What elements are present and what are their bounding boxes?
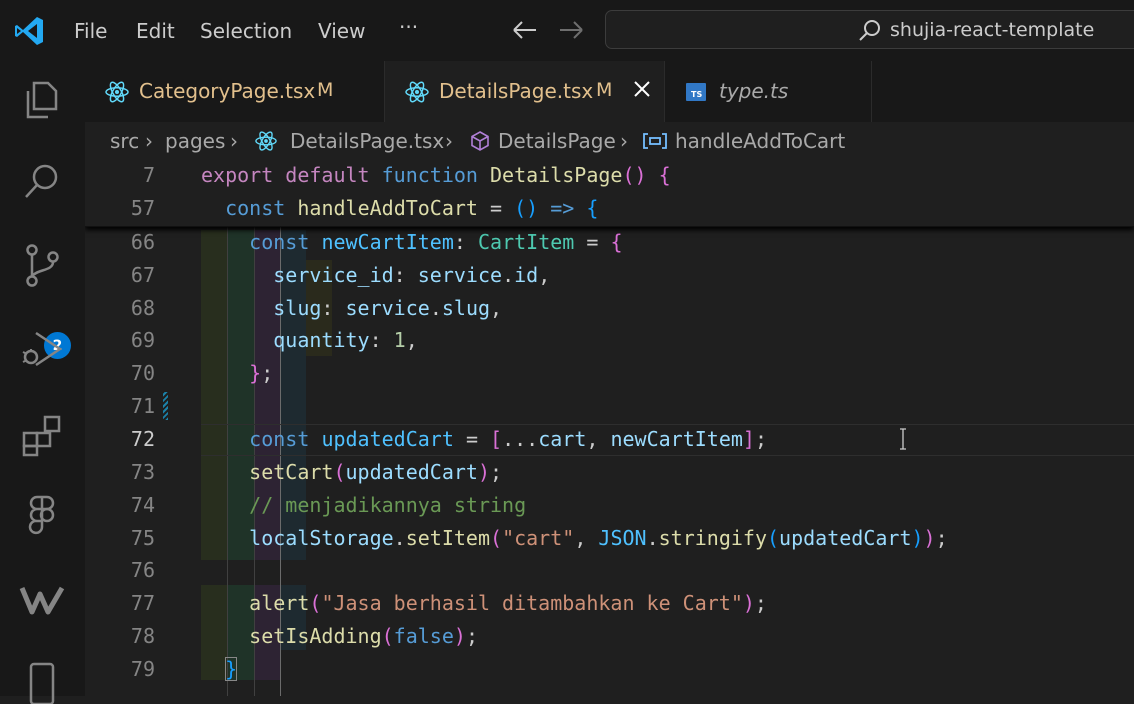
react-icon: [105, 81, 129, 103]
menu-edit[interactable]: Edit: [136, 19, 175, 43]
modified-indicator: M: [596, 79, 613, 101]
sticky-scroll-header: 7 export default function DetailsPage() …: [85, 160, 1134, 227]
explorer-icon[interactable]: [18, 75, 66, 123]
breadcrumb-item-file[interactable]: DetailsPage.tsx: [290, 129, 444, 153]
code-line[interactable]: };: [201, 361, 273, 385]
text-cursor-icon: [900, 428, 906, 450]
chevron-right-icon: ›: [620, 129, 628, 153]
breadcrumb-item-component[interactable]: DetailsPage: [498, 129, 616, 153]
code-line[interactable]: // menjadikannya string: [201, 493, 526, 517]
title-bar: File Edit Selection View ··· shujia-reac…: [0, 0, 1134, 61]
extensions-icon[interactable]: [18, 411, 66, 459]
line-number: 74: [130, 493, 155, 517]
gutter-modified-marker: [163, 392, 168, 420]
tab-label: type.ts: [719, 79, 789, 103]
code-line[interactable]: export default function DetailsPage() {: [201, 163, 671, 187]
breadcrumb-item-src[interactable]: src: [110, 129, 139, 153]
chevron-right-icon: ›: [230, 129, 238, 153]
code-line[interactable]: localStorage.setItem("cart", JSON.string…: [201, 526, 947, 550]
breadcrumb-item-function[interactable]: handleAddToCart: [675, 129, 845, 153]
search-icon[interactable]: [18, 157, 66, 205]
menu-file[interactable]: File: [74, 19, 107, 43]
line-number: 57: [130, 196, 155, 220]
phone-icon[interactable]: [18, 656, 66, 704]
tab-label: DetailsPage.tsx: [439, 79, 594, 103]
code-line[interactable]: setIsAdding(false);: [201, 624, 478, 648]
tab-type-ts[interactable]: TS type.ts: [665, 61, 872, 122]
breadcrumb-item-pages[interactable]: pages: [165, 129, 225, 153]
menu-view[interactable]: View: [318, 19, 365, 43]
run-debug-icon[interactable]: [18, 325, 66, 373]
code-line[interactable]: slug: service.slug,: [201, 296, 502, 320]
line-number: 67: [130, 263, 155, 287]
search-icon: [859, 20, 880, 41]
line-number: 79: [130, 657, 155, 681]
symbol-variable-icon: [643, 133, 667, 149]
line-number: 73: [130, 460, 155, 484]
editor-tab-bar: CategoryPage.tsx M DetailsPage.tsx M TS …: [85, 61, 1134, 122]
line-number: 66: [130, 230, 155, 254]
code-line[interactable]: setCart(updatedCart);: [201, 460, 502, 484]
code-line[interactable]: quantity: 1,: [201, 328, 418, 352]
activity-bar: 2: [0, 61, 85, 704]
close-icon[interactable]: [631, 78, 653, 100]
code-line[interactable]: const updatedCart = [...cart, newCartIte…: [201, 427, 767, 451]
code-line[interactable]: }: [201, 657, 238, 681]
source-control-icon[interactable]: [18, 241, 66, 289]
react-icon: [255, 131, 277, 151]
line-number: 71: [130, 394, 155, 418]
line-number: 70: [130, 361, 155, 385]
svg-text:TS: TS: [691, 90, 702, 99]
tab-category-page[interactable]: CategoryPage.tsx M: [85, 61, 385, 122]
line-number: 69: [130, 328, 155, 352]
code-line[interactable]: const newCartItem: CartItem = {: [201, 230, 622, 254]
line-number-current: 72: [130, 427, 155, 451]
line-number: 76: [130, 558, 155, 582]
code-editor[interactable]: 7 export default function DetailsPage() …: [85, 160, 1134, 696]
forward-arrow-icon[interactable]: [556, 14, 586, 46]
line-number: 77: [130, 591, 155, 615]
tab-details-page[interactable]: DetailsPage.tsx M: [385, 61, 665, 122]
vscode-logo-icon: [15, 17, 43, 45]
code-line[interactable]: const handleAddToCart = () => {: [201, 196, 598, 220]
figma-icon[interactable]: [18, 491, 66, 539]
line-number: 7: [142, 163, 155, 187]
command-center-search[interactable]: shujia-react-template: [605, 10, 1134, 49]
workspace-name: shujia-react-template: [890, 19, 1095, 41]
typescript-icon: TS: [686, 83, 706, 101]
code-line[interactable]: service_id: service.id,: [201, 263, 550, 287]
chevron-right-icon: ›: [445, 129, 453, 153]
modified-indicator: M: [317, 79, 334, 101]
chevron-right-icon: ›: [145, 129, 153, 153]
line-number: 75: [130, 526, 155, 550]
tab-label: CategoryPage.tsx: [139, 79, 316, 103]
wordpress-icon[interactable]: [18, 576, 66, 624]
breadcrumb: src › pages › DetailsPage.tsx › DetailsP…: [85, 122, 1134, 160]
menu-selection[interactable]: Selection: [200, 19, 292, 43]
react-icon: [405, 81, 429, 103]
back-arrow-icon[interactable]: [510, 14, 540, 46]
line-number: 68: [130, 296, 155, 320]
code-line[interactable]: alert("Jasa berhasil ditambahkan ke Cart…: [201, 591, 767, 615]
symbol-class-icon: [471, 131, 489, 151]
menu-more[interactable]: ···: [399, 15, 418, 39]
line-number: 78: [130, 624, 155, 648]
